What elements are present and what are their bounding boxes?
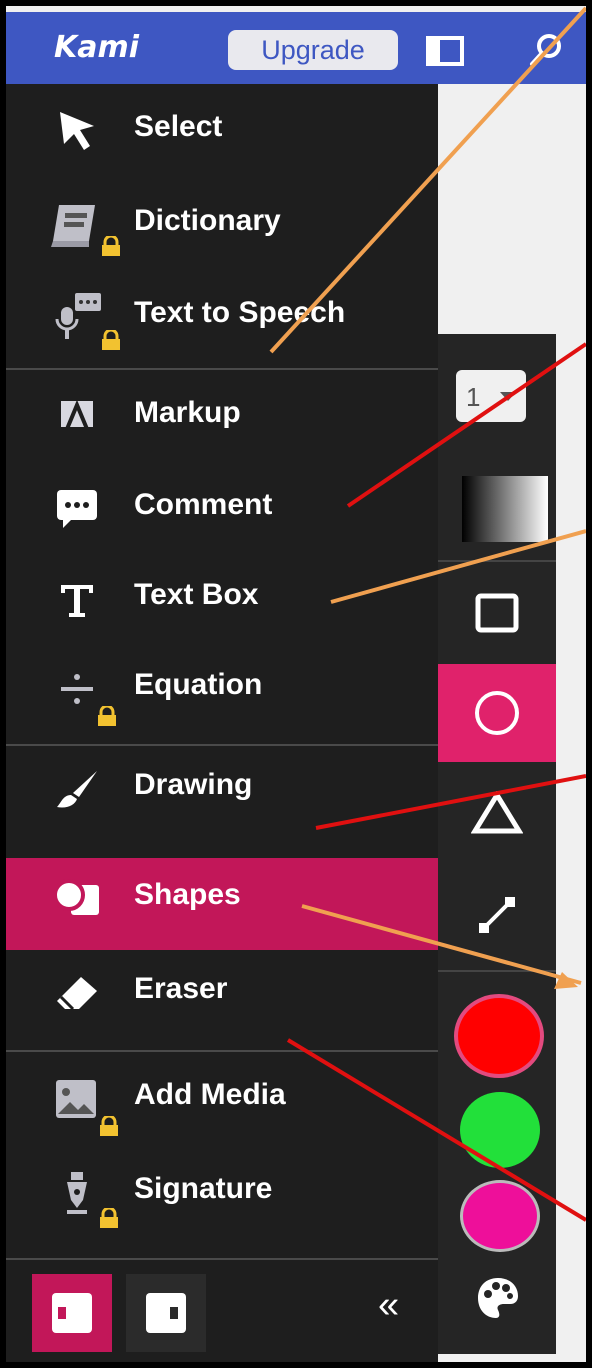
arrow-markup <box>269 6 586 354</box>
arrow-drawing <box>315 774 586 830</box>
app-window: Kami Upgrade Select Dictionary Text to S… <box>6 6 586 1362</box>
arrow-eraser <box>286 1038 586 1222</box>
arrow-shapes <box>301 904 582 985</box>
annotation-arrows <box>269 6 586 1222</box>
arrow-text-box <box>330 529 586 604</box>
arrow-comment <box>346 342 586 508</box>
